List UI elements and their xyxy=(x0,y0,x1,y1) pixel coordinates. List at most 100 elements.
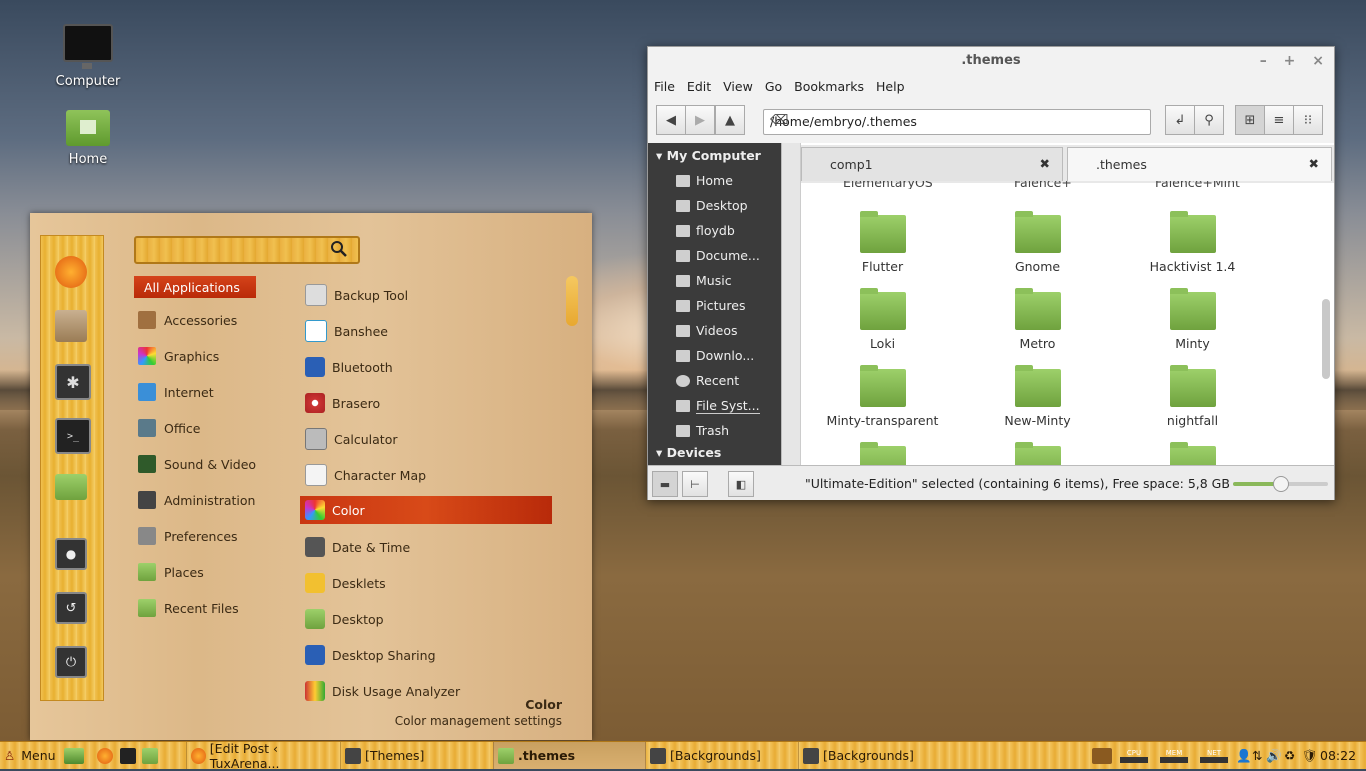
sidebar-header[interactable]: ▾ My Computer xyxy=(648,143,781,168)
folder-item[interactable] xyxy=(805,442,960,465)
launcher-files[interactable] xyxy=(142,742,162,769)
search-button[interactable]: ⚲ xyxy=(1194,105,1224,135)
launcher-show-desktop[interactable] xyxy=(64,742,88,769)
folder-item[interactable]: Hacktivist 1.4 xyxy=(1115,211,1270,274)
tab-comp1[interactable]: comp1 ✖ xyxy=(801,147,1063,181)
file-view-scrollbar[interactable] xyxy=(1322,299,1330,379)
close-tab-icon[interactable]: ✖ xyxy=(1040,156,1050,171)
window-titlebar[interactable]: .themes – + × xyxy=(648,47,1334,75)
sidebar-item-documents[interactable]: Docume... xyxy=(648,243,781,268)
toggle-location-button[interactable]: ↲ xyxy=(1165,105,1195,135)
desktop-icon-computer[interactable]: Computer xyxy=(43,24,133,89)
folder-item[interactable] xyxy=(1115,442,1270,465)
category-preferences[interactable]: Preferences xyxy=(138,525,238,547)
app-brasero[interactable]: Brasero xyxy=(305,392,380,414)
app-desktop[interactable]: Desktop xyxy=(305,608,384,630)
sidebar-item-trash[interactable]: Trash xyxy=(648,418,781,443)
sidebar-item-downloads[interactable]: Downlo... xyxy=(648,343,781,368)
tab-themes[interactable]: .themes ✖ xyxy=(1067,147,1332,181)
app-desktop-sharing[interactable]: Desktop Sharing xyxy=(305,644,436,666)
app-bluetooth[interactable]: Bluetooth xyxy=(305,356,393,378)
shield-applet[interactable]: 🛡 xyxy=(1302,742,1318,769)
category-recent-files[interactable]: Recent Files xyxy=(138,597,239,619)
app-calculator[interactable]: Calculator xyxy=(305,428,397,450)
taskbar-window-themes[interactable]: [Themes] xyxy=(340,742,495,769)
memory-monitor[interactable]: MEM xyxy=(1158,742,1190,769)
category-sound-video[interactable]: Sound & Video xyxy=(138,453,256,475)
sidebar-item-filesystem[interactable]: File Syst... xyxy=(648,393,781,418)
forward-button[interactable]: ▶ xyxy=(685,105,715,135)
close-tab-icon[interactable]: ✖ xyxy=(1309,156,1319,171)
taskbar-window-backgrounds[interactable]: [Backgrounds] xyxy=(645,742,800,769)
zoom-slider[interactable] xyxy=(1233,476,1328,492)
sidebar-item-pictures[interactable]: Pictures xyxy=(648,293,781,318)
menu-bookmarks[interactable]: Bookmarks xyxy=(794,79,864,94)
category-office[interactable]: Office xyxy=(138,417,201,439)
close-button[interactable]: × xyxy=(1312,53,1324,69)
up-button[interactable]: ▲ xyxy=(715,105,745,135)
logout-icon[interactable]: ↺ xyxy=(55,592,87,624)
tray-desklet[interactable] xyxy=(1092,742,1116,769)
folder-icon[interactable] xyxy=(55,474,87,500)
sidebar-item-videos[interactable]: Videos xyxy=(648,318,781,343)
zoom-slider-handle[interactable] xyxy=(1273,476,1289,492)
user-applet[interactable]: 👤 xyxy=(1236,742,1252,769)
archive-icon[interactable] xyxy=(55,310,87,342)
firefox-icon[interactable] xyxy=(55,256,87,288)
taskbar-window-edit-post[interactable]: [Edit Post ‹ TuxArena... xyxy=(186,741,341,771)
compact-view-button[interactable]: ⁝⁝ xyxy=(1293,105,1323,135)
category-graphics[interactable]: Graphics xyxy=(138,345,219,367)
menu-view[interactable]: View xyxy=(723,79,753,94)
show-tree-button[interactable]: ⊢ xyxy=(682,471,708,497)
app-banshee[interactable]: Banshee xyxy=(305,320,388,342)
cpu-monitor[interactable]: CPU xyxy=(1118,742,1150,769)
menu-search-box[interactable] xyxy=(134,236,360,264)
network-applet[interactable]: ⇅ xyxy=(1252,742,1262,769)
sidebar-item-recent[interactable]: Recent xyxy=(648,368,781,393)
icon-view-button[interactable]: ⊞ xyxy=(1235,105,1265,135)
folder-item[interactable]: Metro xyxy=(960,288,1115,351)
app-character-map[interactable]: Character Map xyxy=(305,464,426,486)
menu-file[interactable]: File xyxy=(654,79,675,94)
folder-item[interactable]: Flutter xyxy=(805,211,960,274)
app-date-time[interactable]: Date & Time xyxy=(305,536,410,558)
settings-icon[interactable]: ✱ xyxy=(55,364,91,400)
app-desklets[interactable]: Desklets xyxy=(305,572,386,594)
folder-item[interactable]: Minty xyxy=(1115,288,1270,351)
launcher-terminal[interactable] xyxy=(120,742,140,769)
network-monitor[interactable]: NET xyxy=(1198,742,1230,769)
menu-help[interactable]: Help xyxy=(876,79,905,94)
folder-item[interactable]: Minty-transparent xyxy=(805,365,960,428)
folder-item[interactable]: Loki xyxy=(805,288,960,351)
menu-go[interactable]: Go xyxy=(765,79,782,94)
search-icon[interactable] xyxy=(330,240,348,261)
desktop-icon-home[interactable]: Home xyxy=(43,110,133,167)
category-internet[interactable]: Internet xyxy=(138,381,214,403)
back-button[interactable]: ◀ xyxy=(656,105,686,135)
show-places-button[interactable]: ▬ xyxy=(652,471,678,497)
menu-scrollbar[interactable] xyxy=(566,276,578,326)
location-bar[interactable]: /home/embryo/.themes ⌫ xyxy=(763,109,1151,135)
category-administration[interactable]: Administration xyxy=(138,489,255,511)
shutdown-icon[interactable]: ⏻ xyxy=(55,646,87,678)
lock-icon[interactable]: ● xyxy=(55,538,87,570)
taskbar-window-backgrounds-2[interactable]: [Backgrounds] xyxy=(798,742,953,769)
app-backup-tool[interactable]: Backup Tool xyxy=(305,284,408,306)
category-accessories[interactable]: Accessories xyxy=(138,309,237,331)
clear-location-icon[interactable]: ⌫ xyxy=(770,113,1142,128)
sidebar-item-music[interactable]: Music xyxy=(648,268,781,293)
folder-item[interactable] xyxy=(960,442,1115,465)
app-disk-usage-analyzer[interactable]: Disk Usage Analyzer xyxy=(305,680,460,702)
maximize-button[interactable]: + xyxy=(1284,53,1296,69)
category-places[interactable]: Places xyxy=(138,561,204,583)
clock[interactable]: 08:22 xyxy=(1320,742,1356,769)
sidebar-header-devices[interactable]: ▾ Devices xyxy=(648,443,781,460)
sidebar-item-home[interactable]: Home xyxy=(648,168,781,193)
launcher-firefox[interactable] xyxy=(97,742,117,769)
sidebar-item-desktop[interactable]: Desktop xyxy=(648,193,781,218)
category-all-applications[interactable]: All Applications xyxy=(134,276,256,298)
sidebar-item-floydb[interactable]: floydb xyxy=(648,218,781,243)
folder-item[interactable]: nightfall xyxy=(1115,365,1270,428)
menu-edit[interactable]: Edit xyxy=(687,79,711,94)
volume-applet[interactable]: 🔊 xyxy=(1266,742,1282,769)
